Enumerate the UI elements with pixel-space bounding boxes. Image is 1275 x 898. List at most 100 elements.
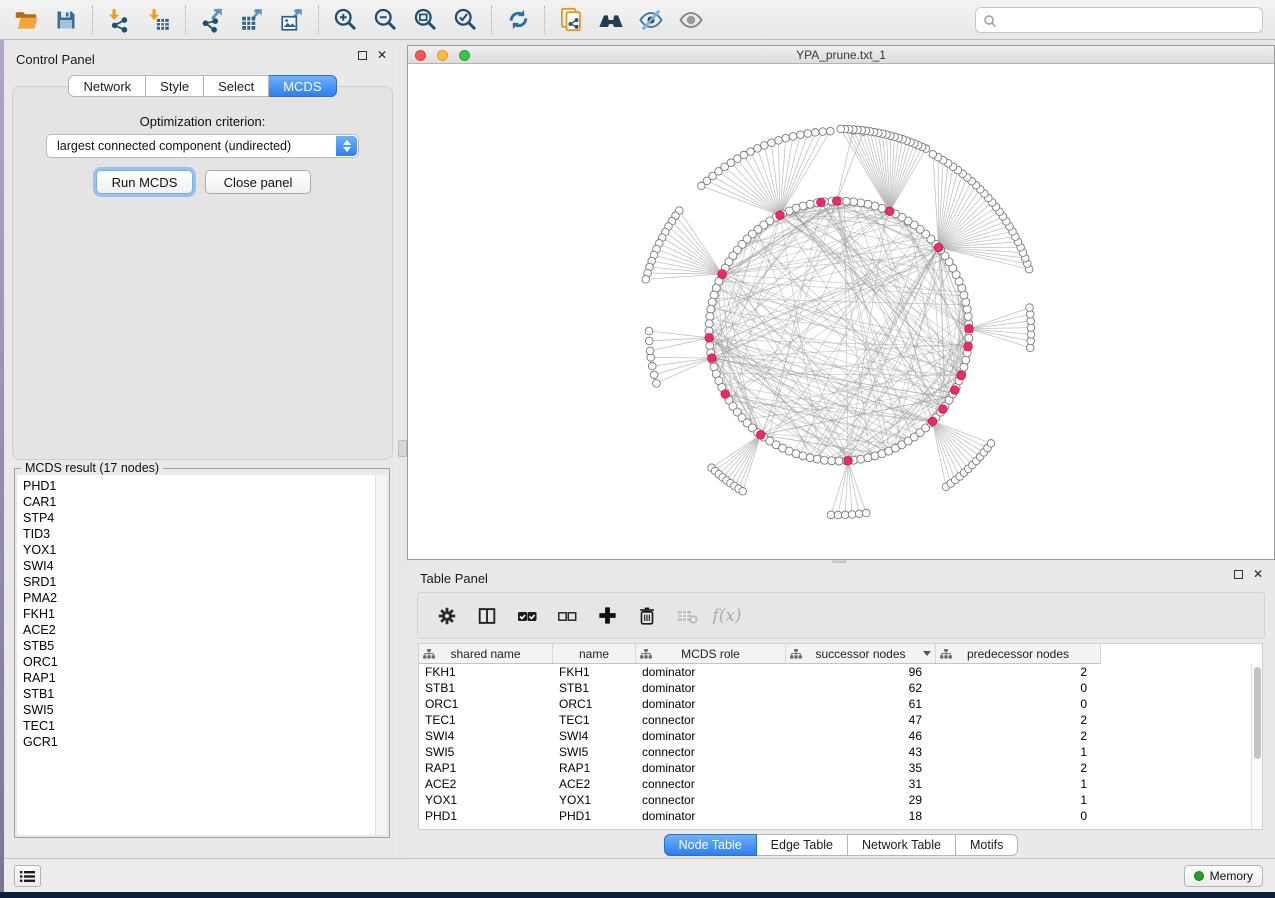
mcds-result-item[interactable]: RAP1 [23,670,375,686]
column-header-shared-name[interactable]: shared name [419,644,553,664]
cell-predecessor-nodes[interactable]: 0 [936,808,1101,824]
cell-name[interactable]: SWI5 [553,744,636,760]
mcds-result-item[interactable]: STP4 [23,510,375,526]
cell-predecessor-nodes[interactable]: 1 [936,744,1101,760]
table-row[interactable]: RAP1RAP1dominator352 [419,760,1251,776]
tab-edge-table[interactable]: Edge Table [757,834,848,856]
cell-successor-nodes[interactable]: 31 [786,776,936,792]
table-row[interactable]: PHD1PHD1dominator180 [419,808,1251,824]
close-panel-icon[interactable]: ✕ [1253,570,1263,579]
mcds-result-item[interactable]: SRD1 [23,574,375,590]
cell-MCDS-role[interactable]: dominator [636,696,786,712]
column-header-predecessor-nodes[interactable]: predecessor nodes [936,644,1101,664]
mcds-result-item[interactable]: TID3 [23,526,375,542]
cell-shared-name[interactable]: STB1 [419,680,553,696]
memory-button[interactable]: Memory [1184,865,1263,887]
hide-graphics-details-icon[interactable] [631,2,671,38]
tab-select[interactable]: Select [204,75,269,97]
column-header-name[interactable]: name [553,644,636,664]
network-window-titlebar[interactable]: YPA_prune.txt_1 [408,46,1274,64]
table-row[interactable]: TEC1TEC1connector472 [419,712,1251,728]
cell-successor-nodes[interactable]: 46 [786,728,936,744]
mcds-result-item[interactable]: CAR1 [23,494,375,510]
cell-successor-nodes[interactable]: 29 [786,792,936,808]
run-mcds-button[interactable]: Run MCDS [96,170,193,194]
tab-network[interactable]: Network [68,75,146,97]
mcds-result-item[interactable]: STB1 [23,686,375,702]
table-row[interactable]: YOX1YOX1connector291 [419,792,1251,808]
show-columns-icon[interactable] [472,601,502,631]
import-network-icon[interactable] [99,2,139,38]
cell-MCDS-role[interactable]: connector [636,744,786,760]
export-table-icon[interactable] [232,2,272,38]
select-all-icon[interactable] [512,601,542,631]
cell-successor-nodes[interactable]: 47 [786,712,936,728]
task-history-button[interactable] [14,865,41,887]
mcds-result-item[interactable]: ORC1 [23,654,375,670]
column-header-MCDS-role[interactable]: MCDS role [636,644,786,664]
table-row[interactable]: ORC1ORC1dominator610 [419,696,1251,712]
mcds-result-item[interactable]: SWI5 [23,702,375,718]
cell-predecessor-nodes[interactable]: 2 [936,760,1101,776]
mcds-result-item[interactable]: PMA2 [23,590,375,606]
refresh-view-icon[interactable] [498,2,538,38]
cell-successor-nodes[interactable]: 18 [786,808,936,824]
vertical-splitter-handle[interactable] [398,440,407,457]
add-row-icon[interactable] [592,601,622,631]
cell-shared-name[interactable]: TEC1 [419,712,553,728]
cell-shared-name[interactable]: YOX1 [419,792,553,808]
cell-predecessor-nodes[interactable]: 0 [936,696,1101,712]
cell-predecessor-nodes[interactable]: 2 [936,712,1101,728]
cell-MCDS-role[interactable]: connector [636,712,786,728]
cell-successor-nodes[interactable]: 96 [786,664,936,680]
float-panel-icon[interactable] [358,51,367,60]
cell-name[interactable]: ORC1 [553,696,636,712]
cell-predecessor-nodes[interactable]: 1 [936,776,1101,792]
table-row[interactable]: ACE2ACE2connector311 [419,776,1251,792]
tab-motifs[interactable]: Motifs [956,834,1018,856]
mcds-result-item[interactable]: FKH1 [23,606,375,622]
zoom-fit-icon[interactable] [405,2,445,38]
cell-shared-name[interactable]: SWI4 [419,728,553,744]
zoom-selected-icon[interactable] [445,2,485,38]
import-table-icon[interactable] [139,2,179,38]
cell-name[interactable]: FKH1 [553,664,636,680]
close-panel-button[interactable]: Close panel [205,170,311,194]
cell-successor-nodes[interactable]: 43 [786,744,936,760]
tab-style[interactable]: Style [146,75,204,97]
cell-shared-name[interactable]: FKH1 [419,664,553,680]
table-scrollbar-thumb[interactable] [1254,667,1261,759]
table-row[interactable]: FKH1FKH1dominator962 [419,664,1251,680]
mcds-result-item[interactable]: TEC1 [23,718,375,734]
cell-shared-name[interactable]: ORC1 [419,696,553,712]
tab-network-table[interactable]: Network Table [848,834,956,856]
cell-predecessor-nodes[interactable]: 2 [936,728,1101,744]
open-file-icon[interactable] [6,2,46,38]
mcds-result-item[interactable]: YOX1 [23,542,375,558]
table-row[interactable]: SWI4SWI4dominator462 [419,728,1251,744]
cell-MCDS-role[interactable]: dominator [636,760,786,776]
tab-node-table[interactable]: Node Table [664,834,757,856]
sort-desc-icon[interactable] [923,651,931,656]
column-settings-gear-icon[interactable] [432,601,462,631]
cell-successor-nodes[interactable]: 61 [786,696,936,712]
cell-shared-name[interactable]: RAP1 [419,760,553,776]
cell-name[interactable]: YOX1 [553,792,636,808]
mcds-result-item[interactable]: STB5 [23,638,375,654]
cell-name[interactable]: RAP1 [553,760,636,776]
cell-predecessor-nodes[interactable]: 2 [936,664,1101,680]
export-network-icon[interactable] [192,2,232,38]
delete-row-icon[interactable] [632,601,662,631]
export-image-icon[interactable] [272,2,312,38]
show-graphics-details-icon[interactable] [671,2,711,38]
cell-predecessor-nodes[interactable]: 1 [936,792,1101,808]
mcds-result-item[interactable]: SWI4 [23,558,375,574]
first-neighbors-icon[interactable] [591,2,631,38]
cell-shared-name[interactable]: PHD1 [419,808,553,824]
tab-mcds[interactable]: MCDS [269,75,336,97]
mcds-result-item[interactable]: GCR1 [23,734,375,750]
cell-name[interactable]: SWI4 [553,728,636,744]
zoom-out-icon[interactable] [365,2,405,38]
search-input[interactable] [1002,12,1252,28]
unselect-all-icon[interactable] [552,601,582,631]
